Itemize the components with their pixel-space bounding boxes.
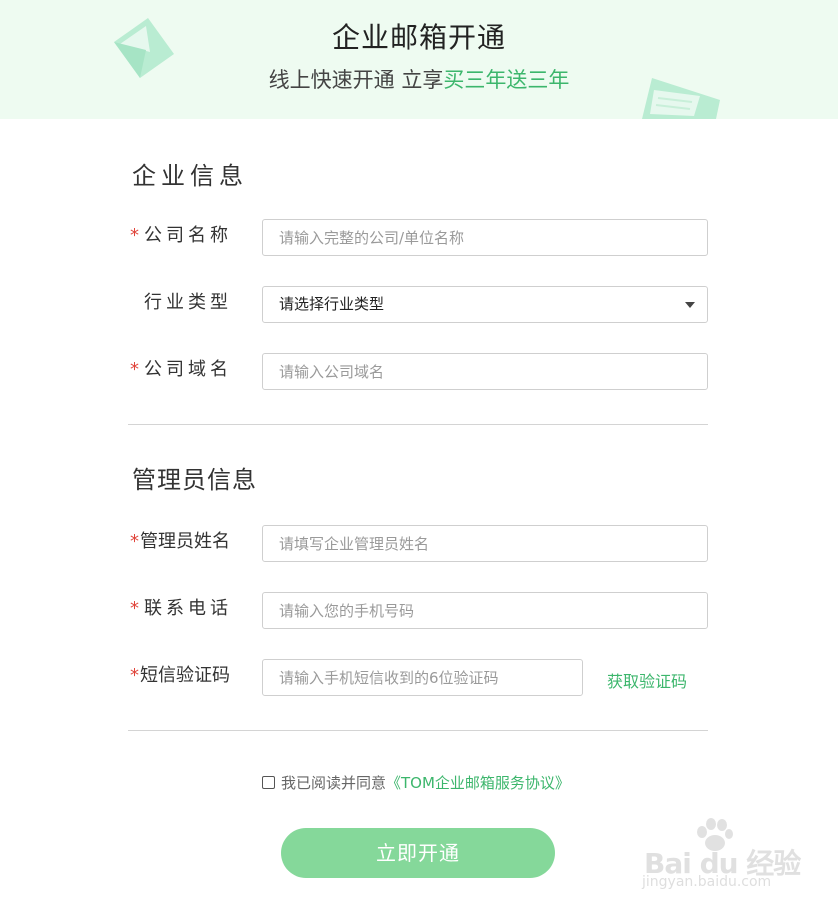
- sms-code-input[interactable]: [262, 659, 583, 696]
- baidu-jingyan-watermark: Bai du 经验 jingyan.baidu.com: [642, 818, 802, 898]
- section-title-company: 企业信息: [132, 162, 248, 190]
- phone-label-text: 联系电话: [144, 598, 232, 619]
- banner-subtitle-text: 线上快速开通 立享: [268, 68, 444, 92]
- required-mark: *: [130, 225, 143, 246]
- section-title-admin: 管理员信息: [132, 466, 257, 494]
- agreement-checkbox[interactable]: [262, 776, 275, 789]
- sms-code-label: *短信验证码: [130, 658, 240, 694]
- phone-input[interactable]: [262, 592, 708, 629]
- company-name-input[interactable]: [262, 219, 708, 256]
- banner-subtitle: 线上快速开通 立享买三年送三年: [0, 64, 838, 94]
- domain-label: *公司域名: [130, 352, 240, 388]
- banner-promo-highlight: 买三年送三年: [443, 68, 570, 92]
- required-mark: *: [130, 665, 139, 686]
- domain-label-text: 公司域名: [144, 359, 232, 380]
- admin-name-input[interactable]: [262, 525, 708, 562]
- industry-select-value: 请选择行业类型: [279, 295, 385, 313]
- company-name-label-text: 公司名称: [144, 225, 232, 246]
- company-name-label: *公司名称: [130, 218, 240, 254]
- admin-name-label-text: 管理员姓名: [140, 531, 230, 552]
- phone-label: *联系电话: [130, 591, 240, 627]
- agreement-link[interactable]: 《TOM企业邮箱服务协议》: [386, 772, 570, 793]
- section-divider: [128, 730, 708, 731]
- agreement-text: 我已阅读并同意: [281, 774, 387, 792]
- header-banner: 企业邮箱开通 线上快速开通 立享买三年送三年: [0, 0, 838, 119]
- banner-title: 企业邮箱开通: [331, 21, 506, 54]
- required-mark: *: [130, 598, 143, 619]
- watermark-url: jingyan.baidu.com: [642, 874, 772, 890]
- agreement-row: 我已阅读并同意 《TOM企业邮箱服务协议》: [262, 772, 570, 793]
- required-mark: *: [130, 359, 143, 380]
- sms-code-label-text: 短信验证码: [140, 665, 230, 686]
- get-code-button[interactable]: 获取验证码: [607, 668, 687, 692]
- domain-input[interactable]: [262, 353, 708, 390]
- chevron-down-icon: [685, 302, 695, 308]
- industry-select[interactable]: 请选择行业类型: [262, 286, 708, 323]
- admin-name-label: *管理员姓名: [130, 524, 240, 560]
- section-divider: [128, 424, 708, 425]
- required-mark: *: [130, 531, 139, 552]
- industry-label: 行业类型: [144, 292, 232, 313]
- submit-button[interactable]: 立即开通: [281, 828, 555, 878]
